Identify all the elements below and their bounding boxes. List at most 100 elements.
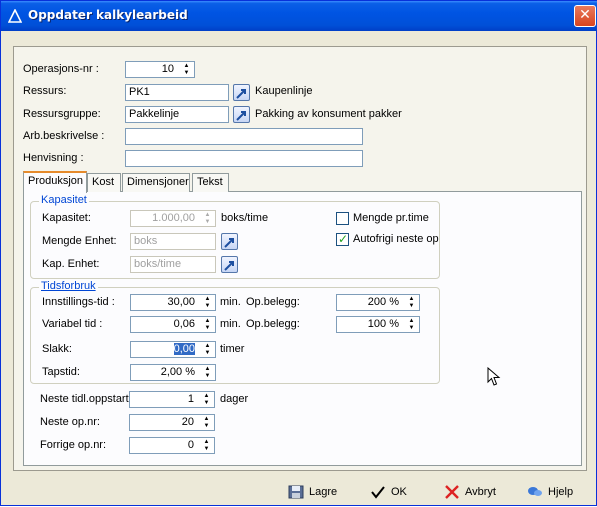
- spin-down-icon: ▼: [408, 325, 415, 331]
- slakk-value: 0,00: [173, 343, 195, 355]
- help-chat-icon: [528, 487, 542, 496]
- neste-op-nr-value: 20: [181, 416, 194, 428]
- op-belegg-label-1: Op.belegg:: [246, 296, 300, 308]
- variabel-tid-label: Variabel tid :: [42, 318, 103, 330]
- lookup-arrow-icon: [236, 89, 246, 99]
- lookup-arrow-icon: [236, 111, 246, 121]
- spin-down-icon: ▼: [204, 325, 211, 331]
- forrige-op-nr-spinner[interactable]: ▲ ▼: [200, 439, 213, 452]
- ressursgruppe-input[interactable]: Pakkelinje: [125, 106, 229, 123]
- spin-up-icon: ▲: [204, 318, 211, 324]
- spin-down-icon: ▼: [203, 423, 210, 429]
- tapstid-value: 2,00 %: [160, 366, 195, 378]
- slakk-input[interactable]: 0,00 ▲ ▼: [130, 341, 216, 358]
- cross-icon: [445, 485, 459, 499]
- spin-down-icon: ▼: [204, 219, 211, 225]
- ok-button[interactable]: OK: [370, 485, 407, 503]
- variabel-tid-spinner[interactable]: ▲ ▼: [201, 318, 214, 331]
- dialog-window: Oppdater kalkylearbeid ✕ Operasjons-nr :…: [0, 0, 597, 506]
- tab-kost[interactable]: Kost: [87, 173, 121, 192]
- tab-dimensjoner[interactable]: Dimensjoner: [122, 173, 190, 192]
- neste-tidl-oppstart-value: 1: [187, 393, 194, 405]
- forrige-op-nr-value: 0: [187, 439, 194, 451]
- spin-up-icon: ▲: [203, 439, 210, 445]
- kapasitet-value: 1.000,00: [152, 212, 195, 224]
- ok-label: OK: [391, 485, 407, 498]
- slakk-spinner[interactable]: ▲ ▼: [201, 343, 214, 356]
- mengde-enhet-lookup-button[interactable]: [221, 233, 238, 250]
- neste-op-nr-label: Neste op.nr:: [40, 416, 100, 428]
- kapasitet-unit: boks/time: [221, 212, 269, 224]
- innstillings-tid-value: 30,00: [167, 296, 195, 308]
- neste-tidl-oppstart-spinner[interactable]: ▲ ▼: [200, 393, 213, 406]
- neste-tidl-oppstart-label: Neste tidl.oppstart:: [40, 393, 132, 405]
- spin-down-icon: ▼: [204, 373, 211, 379]
- spin-up-icon: ▲: [203, 393, 210, 399]
- kap-enhet-lookup-button[interactable]: [221, 256, 238, 273]
- spin-up-icon: ▲: [204, 212, 211, 218]
- operasjons-nr-label: Operasjons-nr :: [23, 63, 99, 75]
- mengde-pr-time-checkbox[interactable]: [336, 212, 349, 225]
- kap-enhet-input: boks/time: [130, 256, 216, 273]
- lagre-button[interactable]: Lagre: [288, 485, 337, 503]
- neste-tidl-oppstart-unit: dager: [220, 393, 249, 405]
- spin-down-icon: ▼: [203, 446, 210, 452]
- operasjons-nr-input[interactable]: 10 ▲ ▼: [125, 61, 195, 78]
- lookup-arrow-icon: [224, 261, 234, 271]
- ressurs-lookup-button[interactable]: [233, 84, 250, 101]
- spin-up-icon: ▲: [183, 63, 190, 69]
- op-belegg-input-2[interactable]: 100 % ▲ ▼: [336, 316, 420, 333]
- henvisning-label: Henvisning :: [23, 152, 84, 164]
- ressursgruppe-label: Ressursgruppe:: [23, 108, 101, 120]
- kap-enhet-label: Kap. Enhet:: [42, 258, 100, 270]
- forrige-op-nr-input[interactable]: 0 ▲ ▼: [129, 437, 215, 454]
- innstillings-tid-input[interactable]: 30,00 ▲ ▼: [130, 294, 216, 311]
- close-button[interactable]: ✕: [574, 5, 596, 27]
- innstillings-tid-label: Innstillings-tid :: [42, 296, 115, 308]
- hjelp-label: Hjelp: [548, 485, 574, 498]
- tidsforbruk-group-title: Tidsforbruk: [39, 280, 98, 292]
- tapstid-spinner[interactable]: ▲ ▼: [201, 366, 214, 379]
- innstillings-tid-spinner[interactable]: ▲ ▼: [201, 296, 214, 309]
- op-belegg-label-2: Op.belegg:: [246, 318, 300, 330]
- window-title: Oppdater kalkylearbeid: [28, 8, 188, 22]
- neste-tidl-oppstart-input[interactable]: 1 ▲ ▼: [129, 391, 215, 408]
- neste-op-nr-spinner[interactable]: ▲ ▼: [200, 416, 213, 429]
- lagre-label: Lagre: [309, 485, 338, 498]
- kapasitet-group: Kapasitet Kapasitet: 1.000,00 ▲ ▼ boks/ti…: [30, 194, 440, 279]
- kapasitet-group-title: Kapasitet: [39, 194, 89, 206]
- title-bar[interactable]: Oppdater kalkylearbeid ✕: [1, 1, 597, 31]
- ressursgruppe-lookup-button[interactable]: [233, 106, 250, 123]
- kapasitet-label: Kapasitet:: [42, 212, 91, 224]
- spin-up-icon: ▲: [204, 296, 211, 302]
- slakk-unit: timer: [220, 343, 245, 355]
- close-icon: ✕: [579, 7, 591, 23]
- arb-beskrivelse-input[interactable]: [125, 128, 363, 145]
- op-belegg-input-1[interactable]: 200 % ▲ ▼: [336, 294, 420, 311]
- op-belegg-value-1: 200 %: [367, 296, 399, 308]
- checkmark-icon: [371, 486, 385, 499]
- autofrigi-label: Autofrigi neste op: [353, 233, 439, 245]
- mengde-enhet-input: boks: [130, 233, 216, 250]
- variabel-tid-input[interactable]: 0,06 ▲ ▼: [130, 316, 216, 333]
- autofrigi-checkbox[interactable]: ✓: [336, 232, 349, 246]
- ressurs-label: Ressurs:: [23, 85, 67, 97]
- henvisning-input[interactable]: [125, 150, 363, 167]
- avbryt-label: Avbryt: [465, 485, 496, 498]
- lookup-arrow-icon: [224, 238, 234, 248]
- avbryt-button[interactable]: Avbryt: [444, 485, 496, 503]
- neste-op-nr-input[interactable]: 20 ▲ ▼: [129, 414, 215, 431]
- ressurs-input[interactable]: PK1: [125, 84, 229, 101]
- tab-tekst[interactable]: Tekst: [192, 173, 229, 192]
- tab-produksjon[interactable]: Produksjon: [23, 171, 87, 193]
- op-belegg-value-2: 100 %: [367, 318, 399, 330]
- variabel-tid-unit: min.: [220, 318, 241, 330]
- innstillings-tid-unit: min.: [220, 296, 241, 308]
- hjelp-button[interactable]: Hjelp: [527, 485, 573, 503]
- op-belegg-spinner-2[interactable]: ▲ ▼: [405, 318, 418, 331]
- forrige-op-nr-label: Forrige op.nr:: [40, 439, 107, 451]
- tapstid-input[interactable]: 2,00 % ▲ ▼: [130, 364, 216, 381]
- op-belegg-spinner-1[interactable]: ▲ ▼: [405, 296, 418, 309]
- button-bar: Lagre OK Avbryt Hjelp: [1, 477, 597, 507]
- operasjons-nr-spinner[interactable]: ▲ ▼: [180, 63, 193, 76]
